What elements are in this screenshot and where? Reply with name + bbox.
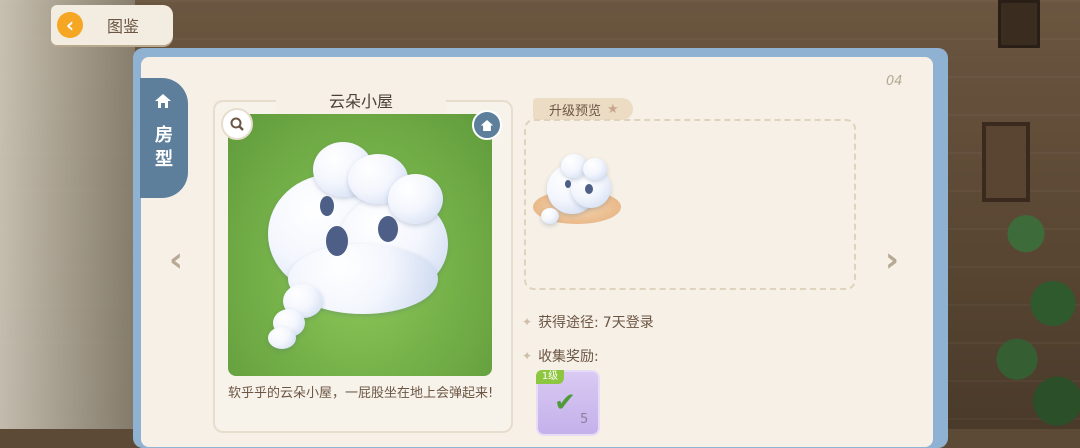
- collection-reward: ✦ 收集奖励:: [522, 346, 599, 366]
- upgrade-preview-tag: 升级预览 ★: [533, 98, 633, 120]
- cloud-door: [585, 184, 593, 194]
- cloud-window: [320, 196, 334, 216]
- upgrade-preview-label: 升级预览: [549, 103, 602, 119]
- item-title: 云朵小屋: [276, 90, 446, 114]
- cloud-puff: [583, 158, 607, 180]
- bullet-icon: ✦: [522, 349, 533, 363]
- reward-level-badge: 1级: [536, 370, 564, 384]
- cloud-puff: [388, 174, 443, 224]
- cloud-door: [378, 216, 398, 242]
- back-button-label: 图鉴: [107, 17, 140, 36]
- cloud-puff: [268, 327, 296, 349]
- collection-reward-label: 收集奖励:: [538, 349, 599, 365]
- obtain-source-label: 获得途径:: [538, 315, 599, 331]
- background-curtain: [0, 0, 135, 429]
- tab-label-text: 房 型: [155, 125, 173, 170]
- chevron-left-icon: ‹: [57, 12, 83, 38]
- obtain-source-value: 7天登录: [602, 315, 654, 331]
- reward-count: 5: [580, 412, 589, 427]
- bullet-icon: ✦: [522, 315, 533, 329]
- prev-arrow-button[interactable]: ‹: [164, 240, 188, 280]
- back-button[interactable]: ‹ 图鉴: [51, 5, 173, 45]
- tab-label: 房 型: [151, 124, 177, 172]
- obtain-source: ✦ 获得途径: 7天登录: [522, 312, 654, 332]
- star-icon: ★: [607, 101, 619, 117]
- item-preview-image: [228, 114, 492, 376]
- page-number: 04: [886, 74, 903, 89]
- background-picture-frame: [998, 0, 1040, 48]
- house-icon: [472, 110, 502, 140]
- cloud-door: [326, 226, 348, 256]
- next-arrow-button[interactable]: ›: [880, 240, 904, 280]
- cloud-window: [565, 180, 571, 188]
- checkmark-icon: ✔: [554, 388, 576, 418]
- upgrade-preview-image[interactable]: [531, 150, 623, 242]
- background-plant: [990, 150, 1080, 429]
- magnifier-icon[interactable]: [221, 108, 253, 140]
- cloud-puff: [541, 208, 559, 224]
- house-icon: [152, 92, 174, 110]
- item-description: 软乎乎的云朵小屋，一屁股坐在地上会弹起来!: [228, 386, 494, 401]
